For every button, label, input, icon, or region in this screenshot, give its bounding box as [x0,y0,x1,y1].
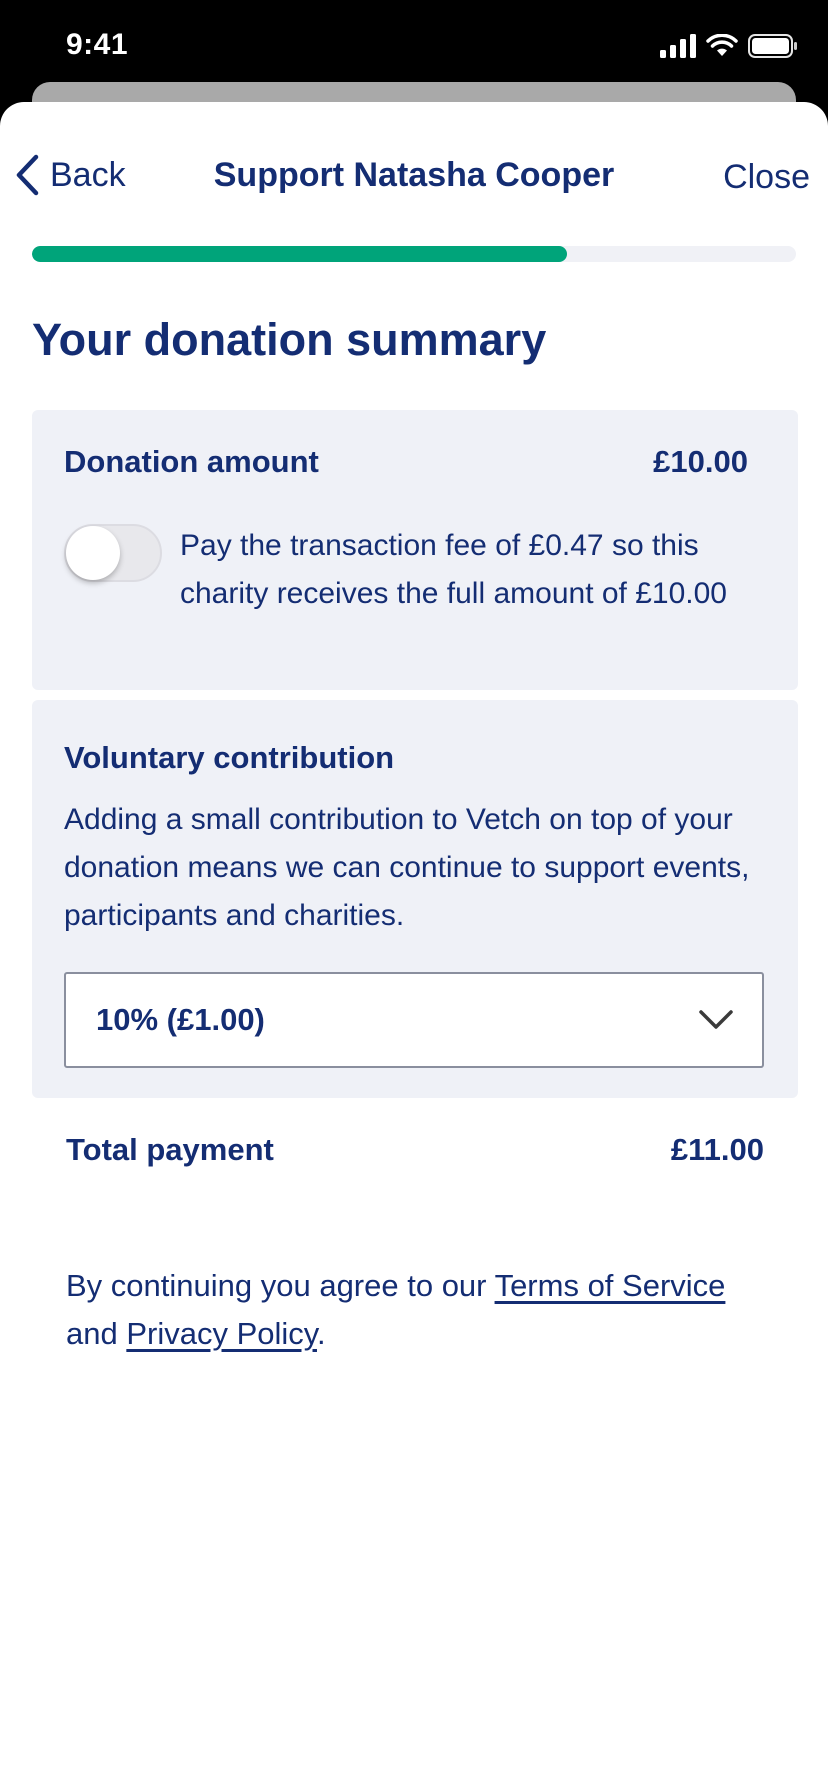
legal-suffix: . [316,1316,326,1351]
donation-card: Donation amount £10.00 Pay the transacti… [32,410,798,690]
fee-text: Pay the transaction fee of £0.47 so this… [180,529,727,610]
total-value: £11.00 [670,1132,764,1167]
contribution-selected-value: 10% (£1.00) [96,1002,265,1037]
wifi-icon [706,34,738,56]
modal-sheet: Back Support Natasha Cooper Close Your d… [0,102,828,1792]
total-label: Total payment [66,1132,274,1167]
chevron-down-icon [699,1010,733,1029]
pay-fee-toggle[interactable] [64,524,162,582]
close-button[interactable]: Close [723,158,810,197]
donation-amount-value: £10.00 [653,444,748,479]
cellular-signal-icon [660,34,696,58]
legal-prefix: By continuing you agree to our [66,1268,495,1303]
battery-icon [748,34,797,58]
terms-link[interactable]: Terms of Service [495,1268,726,1303]
legal-middle: and [66,1316,127,1351]
progress-bar [32,246,796,262]
status-icons [660,32,798,60]
nav-title: Support Natasha Cooper [213,156,615,194]
progress-fill [32,246,567,262]
status-bar: 9:41 [0,0,828,90]
contribution-title: Voluntary contribution [64,740,395,775]
donation-amount-label: Donation amount [64,444,319,479]
privacy-link[interactable]: Privacy Policy [126,1316,317,1351]
contribution-card: Voluntary contribution Adding a small co… [32,700,798,1098]
total-row: Total payment £11.00 [0,1132,828,1172]
status-time: 9:41 [66,28,129,61]
toggle-knob [66,526,120,580]
contribution-description: Adding a small contribution to Vetch on … [64,803,750,932]
nav-bar: Back Support Natasha Cooper Close [0,102,828,232]
page-title: Your donation summary [32,314,547,365]
legal-text: By continuing you agree to our Terms of … [66,1262,746,1358]
contribution-select[interactable]: 10% (£1.00) [64,972,764,1068]
